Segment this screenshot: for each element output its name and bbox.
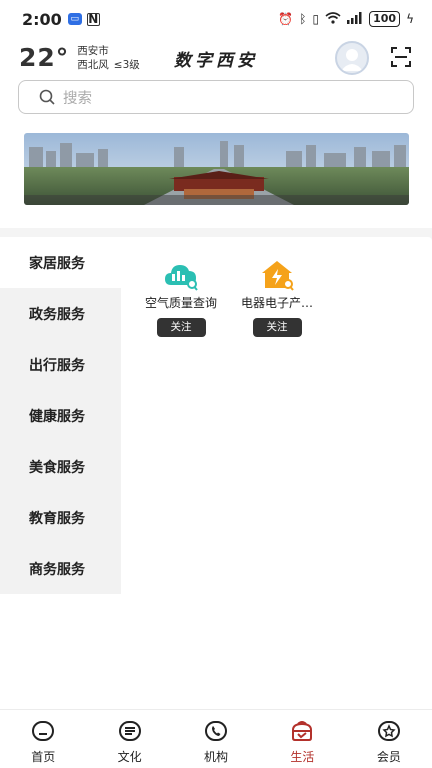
city-name: 西安市 [77,44,109,57]
wind-level: ≤3级 [113,58,140,71]
category-label: 政务服务 [29,306,85,323]
service-item-electronics[interactable]: 电器电子产… 关注 [232,259,322,337]
status-indicators: ⏰ ᛒ ▯ 100 ϟ [278,11,414,27]
service-grid: 空气质量查询 关注 电器电子产… 关注 [136,259,328,337]
weather-info: 西安市 西北风 ≤3级 [77,44,139,72]
category-health-services[interactable]: 健康服务 [0,390,121,441]
category-government-services[interactable]: 政务服务 [0,288,121,339]
culture-icon [118,721,141,741]
tab-member[interactable]: 会员 [346,710,432,768]
tab-label: 首页 [31,750,56,764]
follow-button[interactable]: 关注 [156,318,206,337]
category-label: 美食服务 [29,459,85,476]
service-name: 电器电子产… [240,296,313,310]
wifi-icon [325,11,341,27]
status-bar: 2:00 ▭ N ⏰ ᛒ ▯ 100 ϟ [0,0,432,38]
user-icon [341,49,363,71]
category-label: 出行服务 [29,357,85,374]
signal-icon [347,11,363,27]
tab-label: 机构 [204,750,229,764]
alarm-icon: ⏰ [278,12,294,26]
phone-icon [205,721,228,741]
tab-home[interactable]: 首页 [0,710,86,768]
follow-button[interactable]: 关注 [252,318,302,337]
home-icon [32,721,55,741]
house-bolt-icon [262,261,294,291]
wind-direction: 西北风 [77,58,109,71]
nfc-icon: N [86,11,100,26]
weather-widget[interactable]: 22° 西安市 西北风 ≤3级 [19,43,140,72]
service-category-nav: 家居服务 政务服务 出行服务 健康服务 美食服务 教育服务 商务服务 [0,237,121,594]
bluetooth-icon: ᛒ [299,12,307,26]
city-banner-image[interactable] [24,133,409,205]
category-food-services[interactable]: 美食服务 [0,441,121,492]
search-icon [39,89,55,105]
member-icon [377,721,400,741]
xian-cityscape-image [24,133,409,205]
category-label: 商务服务 [29,561,85,578]
service-name: 空气质量查询 [144,296,217,310]
vibrate-icon: ▯ [312,12,320,26]
header: 22° 西安市 西北风 ≤3级 数字西安 搜索 [0,38,432,228]
app-title: 数字西安 [174,51,258,71]
tab-institutions[interactable]: 机构 [173,710,259,768]
service-panel: 家居服务 政务服务 出行服务 健康服务 美食服务 教育服务 商务服务 空气质量查… [0,237,432,709]
category-business-services[interactable]: 商务服务 [0,543,121,594]
bottom-tab-bar: 首页 文化 机构 生活 会员 [0,709,432,768]
status-time: 2:00 [22,9,62,29]
charging-icon: ϟ [406,12,414,26]
tab-label: 文化 [117,750,142,764]
app-notification-icon: ▭ [67,13,82,25]
category-travel-services[interactable]: 出行服务 [0,339,121,390]
life-icon [292,721,313,741]
tab-label: 生活 [290,750,315,764]
tab-life[interactable]: 生活 [259,710,345,768]
tab-culture[interactable]: 文化 [86,710,172,768]
service-item-air-quality[interactable]: 空气质量查询 关注 [136,259,226,337]
temperature: 22° [19,43,70,72]
cloud-icon [165,265,198,291]
category-label: 家居服务 [29,255,85,272]
category-home-services[interactable]: 家居服务 [0,237,121,288]
avatar[interactable] [335,41,369,75]
category-label: 教育服务 [29,510,85,527]
tab-label: 会员 [376,750,401,764]
category-label: 健康服务 [29,408,85,425]
search-placeholder: 搜索 [63,90,92,107]
category-education-services[interactable]: 教育服务 [0,492,121,543]
battery-indicator: 100 [369,11,401,27]
search-input[interactable]: 搜索 [18,80,414,114]
scan-icon[interactable] [391,47,411,67]
